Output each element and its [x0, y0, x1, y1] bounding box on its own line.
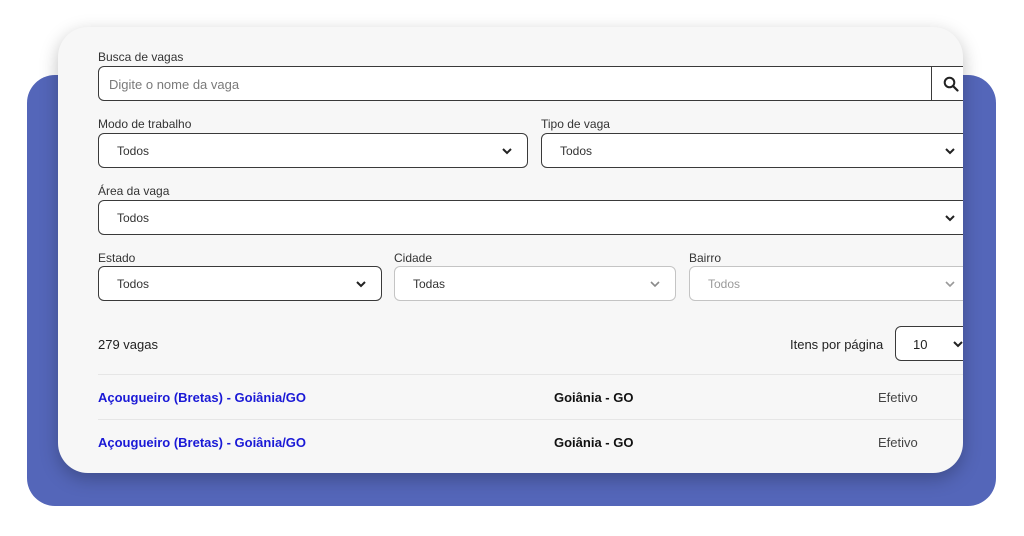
- job-type-select[interactable]: Todos: [541, 133, 963, 168]
- job-title-link[interactable]: Açougueiro (Bretas) - Goiânia/GO: [98, 390, 306, 405]
- state-value: Todos: [117, 277, 150, 291]
- work-mode-value: Todos: [117, 144, 150, 158]
- search-placeholder: Digite o nome da vaga: [109, 77, 240, 92]
- search-icon: [943, 76, 959, 92]
- job-type-value: Todos: [560, 144, 593, 158]
- search-button[interactable]: [931, 66, 963, 101]
- chevron-down-icon: [945, 148, 955, 155]
- chevron-down-icon: [502, 148, 512, 155]
- chevron-down-icon: [356, 281, 366, 288]
- chevron-down-icon: [953, 341, 963, 348]
- table-row: Açougueiro (Bretas) - Goiânia/GO Goiânia…: [98, 374, 963, 419]
- district-label: Bairro: [689, 251, 722, 265]
- work-mode-select[interactable]: Todos: [98, 133, 528, 168]
- job-type: Efetivo: [878, 435, 918, 450]
- job-title-link[interactable]: Açougueiro (Bretas) - Goiânia/GO: [98, 435, 306, 450]
- search-input[interactable]: Digite o nome da vaga: [98, 66, 932, 101]
- job-search-card: Busca de vagas Digite o nome da vaga Mod…: [58, 27, 963, 473]
- district-value: Todos: [708, 277, 741, 291]
- job-city: Goiânia - GO: [554, 435, 634, 450]
- job-city: Goiânia - GO: [554, 390, 634, 405]
- state-select[interactable]: Todos: [98, 266, 382, 301]
- results-count: 279 vagas: [98, 337, 158, 352]
- area-label: Área da vaga: [98, 184, 170, 198]
- district-select[interactable]: Todos: [689, 266, 963, 301]
- state-label: Estado: [98, 251, 136, 265]
- items-per-page-value: 10: [913, 337, 928, 352]
- job-type: Efetivo: [878, 390, 918, 405]
- table-row: Açougueiro (Bretas) - Goiânia/GO Goiânia…: [98, 419, 963, 464]
- search-label: Busca de vagas: [98, 50, 184, 64]
- job-type-label: Tipo de vaga: [541, 117, 610, 131]
- items-per-page-label: Itens por página: [790, 337, 884, 352]
- chevron-down-icon: [945, 281, 955, 288]
- city-select[interactable]: Todas: [394, 266, 676, 301]
- city-value: Todas: [413, 277, 446, 291]
- city-label: Cidade: [394, 251, 433, 265]
- work-mode-label: Modo de trabalho: [98, 117, 192, 131]
- items-per-page-select[interactable]: 10: [895, 326, 963, 361]
- area-value: Todos: [117, 211, 150, 225]
- stage: Busca de vagas Digite o nome da vaga Mod…: [0, 0, 1024, 536]
- chevron-down-icon: [945, 215, 955, 222]
- area-select[interactable]: Todos: [98, 200, 963, 235]
- chevron-down-icon: [650, 281, 660, 288]
